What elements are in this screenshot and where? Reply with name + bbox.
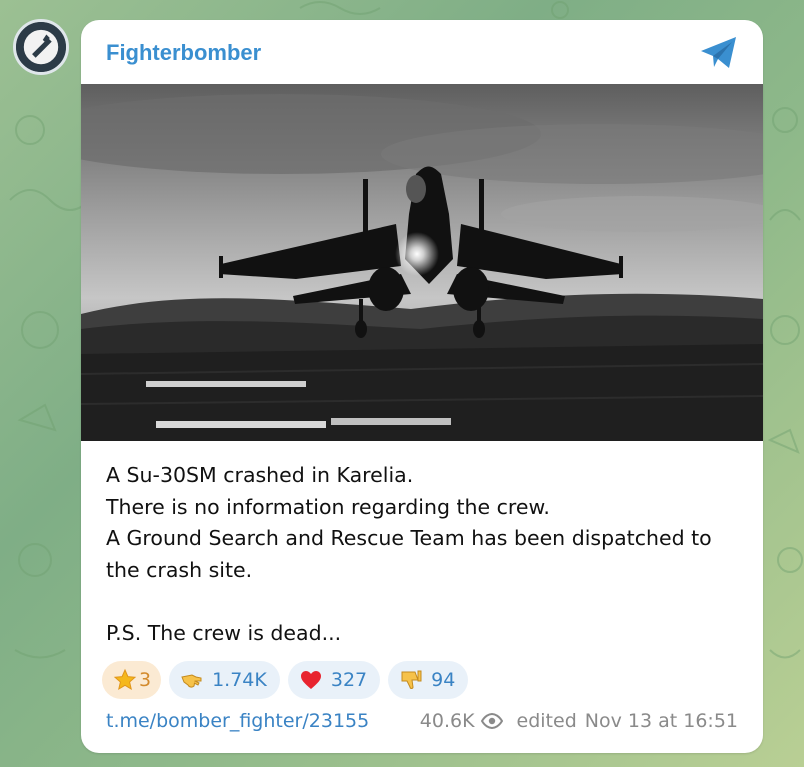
message-line: A Ground Search and Rescue Team has been…: [106, 526, 712, 550]
message-line: the crash site.: [106, 557, 253, 582]
message-header: Fighterbomber: [81, 20, 763, 84]
post-link[interactable]: t.me/bomber_fighter/23155: [106, 710, 369, 732]
reaction-pointing-button[interactable]: 1.74K: [169, 661, 280, 699]
edited-label: edited: [516, 710, 577, 732]
message-line: P.S. The crew is dead...: [106, 620, 342, 645]
thumbs-down-icon: [399, 668, 423, 692]
red-heart-icon: [299, 668, 323, 692]
reaction-heart-button[interactable]: 327: [287, 661, 381, 699]
reaction-count: 1.74K: [212, 669, 267, 691]
message-footer: t.me/bomber_fighter/23155 40.6K edited N…: [106, 707, 738, 737]
reaction-count: 327: [330, 669, 368, 691]
reaction-count: 94: [431, 669, 456, 691]
pointing-hand-icon: [180, 668, 204, 692]
post-photo-jet[interactable]: [81, 84, 763, 441]
message-line: There is no information regarding the cr…: [106, 494, 550, 519]
channel-name[interactable]: Fighterbomber: [106, 40, 261, 66]
eye-icon: [480, 713, 503, 729]
reactions-bar: 3 1.74K 327 94: [102, 661, 469, 699]
timestamp: Nov 13 at 16:51: [584, 710, 738, 732]
channel-avatar[interactable]: [13, 19, 69, 75]
telegram-share-icon[interactable]: [699, 34, 739, 72]
message-bubble: Fighterbomber A Su-30SM crashed in Karel…: [81, 20, 763, 753]
message-text: A Su-30SM crashed in Karelia. There is n…: [106, 460, 746, 649]
post-meta: 40.6K edited Nov 13 at 16:51: [420, 710, 738, 732]
reaction-thumbs-down-button[interactable]: 94: [388, 661, 469, 699]
reaction-count: 3: [139, 669, 152, 691]
star-icon: [113, 668, 137, 692]
message-line: A Su-30SM crashed in Karelia.: [106, 463, 414, 487]
view-count: 40.6K: [419, 710, 475, 732]
reaction-star-button[interactable]: 3: [102, 661, 162, 699]
